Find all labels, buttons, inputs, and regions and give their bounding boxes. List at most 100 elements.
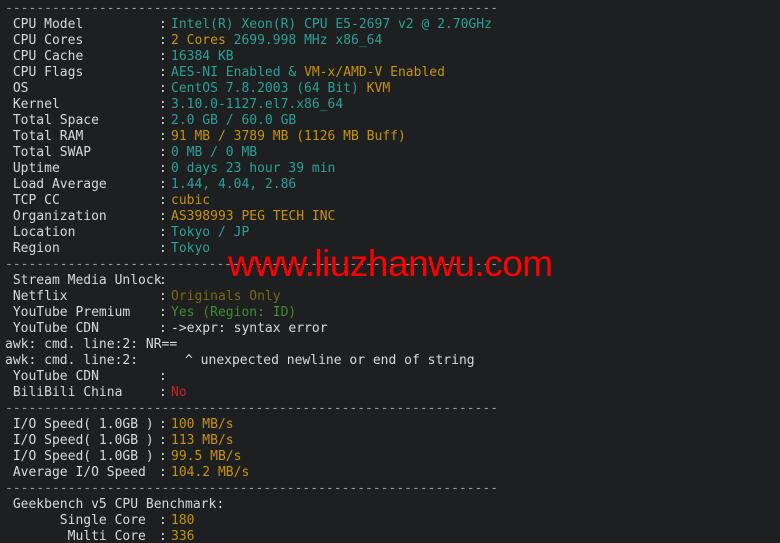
- system-info-row: Organization: AS398993 PEG TECH INC: [0, 209, 780, 225]
- row-value: cubic: [171, 193, 211, 208]
- io-speed-row: I/O Speed( 1.0GB ):99.5 MB/s: [0, 449, 780, 465]
- awk-error-line: awk: cmd. line:2: NR==: [5, 337, 178, 352]
- geekbench-heading: Geekbench v5 CPU Benchmark:: [5, 497, 225, 512]
- row-label: YouTube CDN: [5, 321, 99, 336]
- row-label: Single Core: [5, 513, 146, 528]
- row-value: 16384 KB: [171, 49, 234, 64]
- system-info-row: OS: CentOS 7.8.2003 (64 Bit) KVM: [0, 81, 780, 97]
- system-info-row: Location: Tokyo / JP: [0, 225, 780, 241]
- system-info-row: CPU Cache:16384 KB: [0, 49, 780, 65]
- row-colon: :: [159, 321, 167, 336]
- system-info-row: CPU Model: Intel(R) Xeon(R) CPU E5-2697 v…: [0, 17, 780, 33]
- system-info-row: Total RAM:91 MB / 3789 MB (1126 MB Buff): [0, 129, 780, 145]
- row-colon: :: [159, 385, 167, 400]
- stream-media-row: YouTube CDN: ->expr: syntax error: [0, 321, 780, 337]
- row-colon: :: [159, 369, 167, 384]
- row-value: 104.2 MB/s: [171, 465, 250, 480]
- io-speed-row: Average I/O Speed:104.2 MB/s: [0, 465, 780, 481]
- row-value: ->expr: syntax error: [171, 321, 328, 336]
- terminal-output: ----------------------------------------…: [0, 0, 780, 543]
- row-colon: :: [159, 433, 167, 448]
- system-info-row: Uptime:0 days 23 hour 39 min: [0, 161, 780, 177]
- row-value: KVM: [358, 81, 391, 96]
- row-colon: :: [159, 225, 167, 240]
- row-value: 3.10.0-1127.el7.x86_64: [171, 97, 344, 112]
- row-label: CPU Cores: [5, 33, 84, 48]
- row-value: Tokyo / JP: [171, 225, 250, 240]
- row-colon: :: [159, 289, 167, 304]
- system-info-row: Region: Tokyo: [0, 241, 780, 257]
- row-colon: :: [159, 49, 167, 64]
- row-colon: :: [159, 161, 167, 176]
- separator-top: ----------------------------------------…: [5, 1, 499, 16]
- row-label: Multi Core: [5, 529, 146, 543]
- row-colon: :: [159, 113, 167, 128]
- row-value: 1.44, 4.04, 2.86: [171, 177, 297, 192]
- row-value: VM-x/AMD-V Enabled: [304, 65, 445, 80]
- row-value: 2699.998 MHz x86_64: [225, 33, 383, 48]
- terminal-window: ----------------------------------------…: [0, 0, 780, 543]
- row-value: &: [280, 65, 305, 80]
- row-colon: :: [159, 193, 167, 208]
- row-colon: :: [159, 529, 167, 543]
- row-colon: :: [159, 449, 167, 464]
- row-colon: :: [159, 209, 167, 224]
- row-label: Region: [5, 241, 60, 256]
- row-label: Stream Media Unlock: [5, 273, 162, 288]
- row-colon: :: [159, 513, 167, 528]
- system-info-row: Total SWAP:0 MB / 0 MB: [0, 145, 780, 161]
- row-colon: :: [159, 33, 167, 48]
- row-label: Load Average: [5, 177, 107, 192]
- row-label: Total SWAP: [5, 145, 92, 160]
- row-label: OS: [5, 81, 29, 96]
- io-speed-row: I/O Speed( 1.0GB ):113 MB/s: [0, 433, 780, 449]
- system-info-row: CPU Flags: AES-NI Enabled & VM-x/AMD-V En…: [0, 65, 780, 81]
- row-value: 100 MB/s: [171, 417, 234, 432]
- row-label: Kernel: [5, 97, 60, 112]
- stream-media-row: YouTube Premium: Yes (Region: ID): [0, 305, 780, 321]
- row-colon: :: [159, 17, 167, 32]
- row-value: Tokyo: [171, 241, 211, 256]
- separator-stream: ----------------------------------------…: [5, 257, 499, 272]
- stream-media-row: YouTube CDN:: [0, 369, 780, 385]
- geekbench-row: Single Core:180: [0, 513, 780, 529]
- row-label: Average I/O Speed: [5, 465, 146, 480]
- stream-media-row: BiliBili China: No: [0, 385, 780, 401]
- io-speed-row: I/O Speed( 1.0GB ):100 MB/s: [0, 417, 780, 433]
- row-value: 113 MB/s: [171, 433, 234, 448]
- separator-geekbench: ----------------------------------------…: [5, 481, 499, 496]
- row-value: No: [171, 385, 187, 400]
- row-label: YouTube CDN: [5, 369, 99, 384]
- row-label: YouTube Premium: [5, 305, 131, 320]
- row-label: TCP CC: [5, 193, 60, 208]
- row-value: Originals Only: [171, 289, 281, 304]
- row-colon: :: [159, 129, 167, 144]
- row-colon: :: [159, 65, 167, 80]
- system-info-row: Kernel:3.10.0-1127.el7.x86_64: [0, 97, 780, 113]
- row-value: 336: [171, 529, 195, 543]
- system-info-row: CPU Cores:2 Cores 2699.998 MHz x86_64: [0, 33, 780, 49]
- row-colon: :: [159, 273, 167, 288]
- row-label: I/O Speed( 1.0GB ): [5, 449, 154, 464]
- row-value: 0 days 23 hour 39 min: [171, 161, 336, 176]
- geekbench-row: Multi Core:336: [0, 529, 780, 543]
- stream-media-row: Stream Media Unlock:: [0, 273, 780, 289]
- row-label: I/O Speed( 1.0GB ): [5, 433, 154, 448]
- row-label: Total RAM: [5, 129, 84, 144]
- row-colon: :: [159, 177, 167, 192]
- row-colon: :: [159, 241, 167, 256]
- row-label: Total Space: [5, 113, 99, 128]
- row-value: Yes (Region: ID): [171, 305, 297, 320]
- row-label: I/O Speed( 1.0GB ): [5, 417, 154, 432]
- row-label: CPU Model: [5, 17, 84, 32]
- row-value: AS398993 PEG TECH INC: [171, 209, 336, 224]
- row-colon: :: [159, 417, 167, 432]
- row-value: 0 MB / 0 MB: [171, 145, 258, 160]
- row-label: CPU Flags: [5, 65, 84, 80]
- row-value: AES-NI Enabled: [171, 65, 281, 80]
- row-value: 180: [171, 513, 195, 528]
- row-colon: :: [159, 305, 167, 320]
- row-label: Organization: [5, 209, 107, 224]
- row-colon: :: [159, 97, 167, 112]
- row-label: Netflix: [5, 289, 68, 304]
